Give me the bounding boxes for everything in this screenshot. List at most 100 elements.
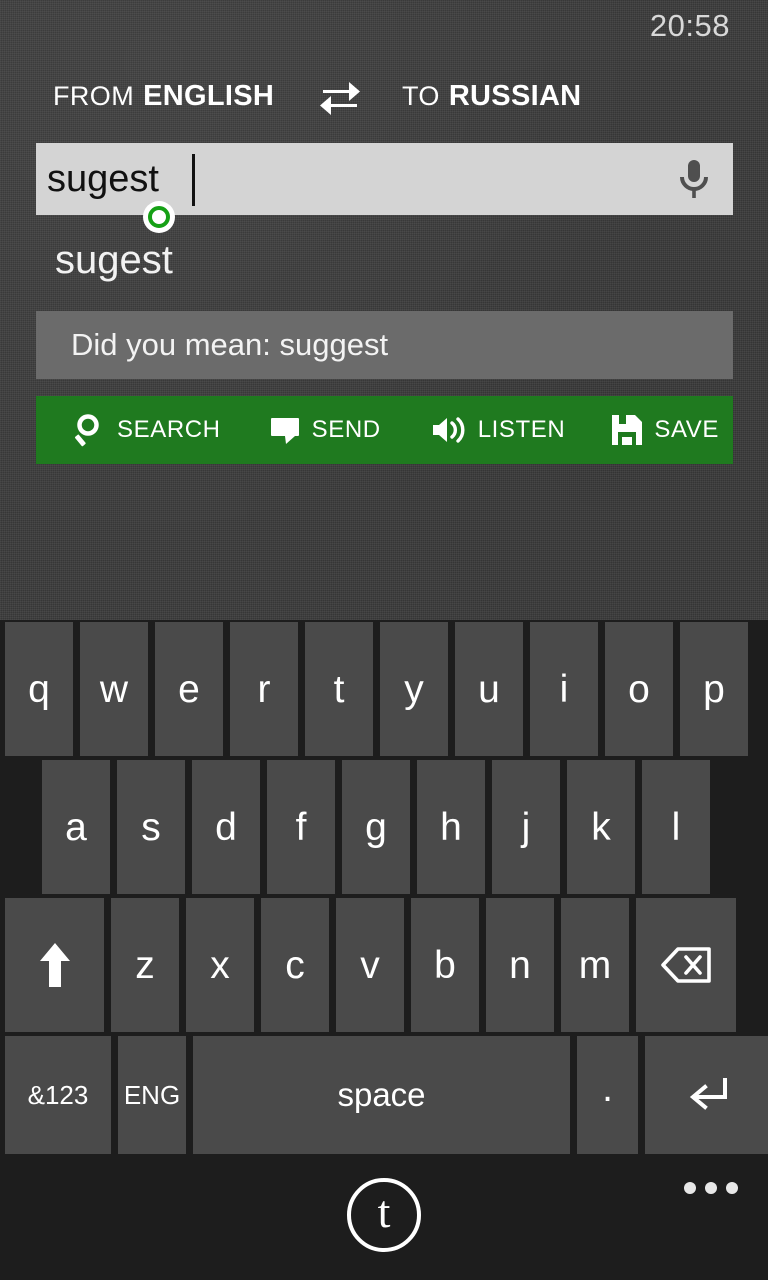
status-bar: 20:58 [0, 0, 768, 52]
key-e[interactable]: e [155, 622, 223, 756]
save-label: SAVE [654, 416, 719, 443]
key-label: u [478, 667, 500, 711]
key-enter[interactable] [645, 1036, 768, 1154]
key-label: n [509, 943, 531, 987]
key-m[interactable]: m [561, 898, 629, 1032]
enter-return-icon [689, 1078, 727, 1110]
key-l[interactable]: l [642, 760, 710, 894]
key-label: g [365, 805, 387, 849]
key-a[interactable]: a [42, 760, 110, 894]
app-logo-letter: t [377, 1186, 391, 1237]
key-label: c [285, 943, 305, 987]
shift-up-arrow-icon [39, 943, 70, 987]
suggestion-text: Did you mean: suggest [71, 327, 389, 362]
key-label: p [703, 667, 725, 711]
search-icon [74, 413, 106, 447]
key-g[interactable]: g [342, 760, 410, 894]
key-j[interactable]: j [492, 760, 560, 894]
key-label: a [65, 805, 87, 849]
key-label: z [135, 943, 155, 987]
source-language-selector[interactable]: FROM ENGLISH [53, 66, 274, 126]
key-x[interactable]: x [186, 898, 254, 1032]
key-shift[interactable] [5, 898, 104, 1032]
on-screen-keyboard: q w e r t y u i o p a s d f g h j k l z … [0, 620, 768, 1160]
search-label: SEARCH [117, 416, 221, 443]
key-language[interactable]: ENG [118, 1036, 186, 1154]
key-f[interactable]: f [267, 760, 335, 894]
app-logo-button[interactable]: t [347, 1178, 421, 1252]
translation-input-field[interactable]: sugest [36, 143, 733, 215]
input-text-value: sugest [47, 158, 159, 200]
key-z[interactable]: z [111, 898, 179, 1032]
key-backspace[interactable] [636, 898, 736, 1032]
key-n[interactable]: n [486, 898, 554, 1032]
language-header: FROM ENGLISH TO RUSSIAN [0, 66, 768, 126]
key-label: . [602, 1067, 613, 1110]
speech-bubble-icon [269, 414, 301, 446]
key-numbers-symbols[interactable]: &123 [5, 1036, 111, 1154]
search-button[interactable]: SEARCH [74, 396, 221, 464]
key-u[interactable]: u [455, 622, 523, 756]
action-bar: SEARCH SEND LISTEN SAVE [36, 396, 733, 464]
key-c[interactable]: c [261, 898, 329, 1032]
key-o[interactable]: o [605, 622, 673, 756]
more-options-button[interactable] [684, 1182, 738, 1194]
phone-screen: 20:58 FROM ENGLISH TO RUSSIAN sugest sug… [0, 0, 768, 1280]
key-period[interactable]: . [577, 1036, 638, 1154]
ellipsis-icon [705, 1182, 717, 1194]
key-k[interactable]: k [567, 760, 635, 894]
listen-label: LISTEN [477, 416, 566, 443]
key-q[interactable]: q [5, 622, 73, 756]
source-word-text: sugest [55, 238, 173, 282]
floppy-disk-icon [611, 414, 643, 446]
key-label: q [28, 667, 50, 711]
key-label: o [628, 667, 650, 711]
source-language-name: ENGLISH [143, 79, 275, 112]
key-label: r [257, 667, 271, 711]
swap-languages-button[interactable] [316, 74, 364, 120]
key-p[interactable]: p [680, 622, 748, 756]
key-label: f [295, 805, 307, 849]
text-cursor-handle[interactable] [143, 201, 175, 233]
keyboard-row-2: a s d f g h j k l [0, 760, 768, 894]
key-label: j [521, 805, 531, 849]
bottom-app-bar: t [0, 1160, 768, 1280]
key-label: v [360, 943, 380, 987]
key-label: k [591, 805, 611, 849]
microphone-icon [680, 160, 708, 198]
key-b[interactable]: b [411, 898, 479, 1032]
key-label: &123 [27, 1079, 89, 1110]
key-h[interactable]: h [417, 760, 485, 894]
key-d[interactable]: d [192, 760, 260, 894]
did-you-mean-suggestion[interactable]: Did you mean: suggest [36, 311, 733, 379]
microphone-button[interactable] [673, 155, 715, 203]
key-label: l [671, 805, 681, 849]
key-label: d [215, 805, 237, 849]
key-i[interactable]: i [530, 622, 598, 756]
text-caret [192, 154, 195, 206]
key-label: t [333, 667, 345, 711]
key-t[interactable]: t [305, 622, 373, 756]
ellipsis-icon [726, 1182, 738, 1194]
listen-button[interactable]: LISTEN [431, 396, 566, 464]
key-label: x [210, 943, 230, 987]
send-button[interactable]: SEND [269, 396, 381, 464]
key-label: space [337, 1076, 426, 1113]
swap-horizontal-icon [320, 82, 360, 115]
target-language-name: RUSSIAN [448, 79, 582, 112]
keyboard-row-4: &123 ENG space . [0, 1036, 768, 1154]
key-s[interactable]: s [117, 760, 185, 894]
keyboard-row-3: z x c v b n m [0, 898, 768, 1032]
status-clock: 20:58 [649, 8, 730, 43]
key-label: b [434, 943, 456, 987]
save-button[interactable]: SAVE [611, 396, 719, 464]
target-language-selector[interactable]: TO RUSSIAN [402, 66, 581, 126]
key-w[interactable]: w [80, 622, 148, 756]
key-r[interactable]: r [230, 622, 298, 756]
key-y[interactable]: y [380, 622, 448, 756]
send-label: SEND [311, 416, 381, 443]
keyboard-row-1: q w e r t y u i o p [0, 622, 768, 756]
key-space[interactable]: space [193, 1036, 570, 1154]
key-v[interactable]: v [336, 898, 404, 1032]
from-label: FROM [53, 80, 135, 111]
